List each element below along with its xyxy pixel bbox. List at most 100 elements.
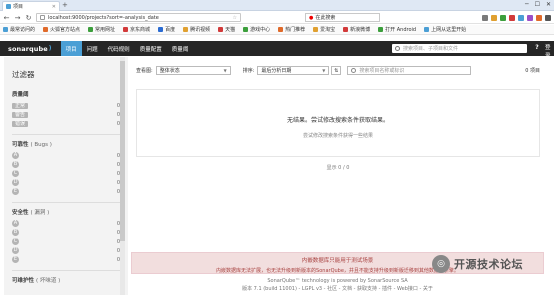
menu-issues[interactable]: 问题 xyxy=(82,41,103,56)
bookmark-item[interactable]: 游戏中心 xyxy=(243,26,270,33)
sonarqube-favicon-icon xyxy=(6,4,11,9)
empty-state: 无结果。尝试修改搜索条件获取结果。 尝试修改搜索条件获得一些结果 xyxy=(136,89,540,157)
sort-label: 排序: xyxy=(242,68,255,74)
rating-badge: C xyxy=(12,238,19,245)
bookmark-icon xyxy=(43,27,49,32)
sync-icon[interactable] xyxy=(518,14,524,21)
projects-toolbar: 查看图: 整体状态 ▼ 排序: 最后分析日期 ▼ ⇅ 搜索项目名称或标识 0 项… xyxy=(136,65,540,76)
forward-icon[interactable]: → xyxy=(14,13,21,23)
bookmark-item[interactable]: 腾讯视频 xyxy=(183,26,210,33)
filter-heading: 质量阈 xyxy=(12,92,29,98)
screenshot-icon[interactable] xyxy=(527,14,533,21)
scrollbar-thumb[interactable] xyxy=(120,61,125,241)
rating-badge: D xyxy=(12,247,19,254)
search-icon xyxy=(395,46,400,51)
filter-option[interactable]: A0 xyxy=(12,219,120,228)
status-badge: 正常 xyxy=(12,102,29,109)
sidebar-scrollbar[interactable] xyxy=(120,57,125,295)
bookmark-icon xyxy=(424,27,430,32)
menu-projects[interactable]: 项目 xyxy=(60,41,82,56)
bookmark-item[interactable]: 常用网址 xyxy=(88,26,115,33)
pagination-info: 显示 0 / 0 xyxy=(326,165,350,171)
watermark-text: 开源技术论坛 xyxy=(454,258,523,271)
filter-heading: 可维护性 ( 坏味道 ) xyxy=(12,278,61,284)
sort-direction-icon[interactable]: ⇅ xyxy=(331,66,342,75)
browser-search-box[interactable]: ● 在此搜索 xyxy=(305,13,380,22)
sonarqube-logo[interactable]: sonarqube) xyxy=(8,45,52,53)
filter-option[interactable]: 警告 0 xyxy=(12,110,120,119)
download-icon[interactable] xyxy=(482,14,488,21)
help-icon[interactable]: ? xyxy=(533,44,541,52)
sonarqube-wave-icon: ) xyxy=(48,45,52,52)
project-count: 0 项目 xyxy=(525,68,540,74)
rating-badge: B xyxy=(12,229,19,236)
minimize-icon[interactable]: ─ xyxy=(525,0,529,10)
filter-option[interactable]: D0 xyxy=(12,246,120,255)
bookmark-star-icon[interactable]: ☆ xyxy=(233,15,237,21)
hot-search-icon: ● xyxy=(309,14,314,21)
extension-icon[interactable] xyxy=(500,14,506,21)
bookmark-icon xyxy=(218,27,224,32)
bookmark-icon xyxy=(183,27,189,32)
bookmark-item[interactable]: 热门推荐 xyxy=(278,26,305,33)
mail-icon[interactable] xyxy=(509,14,515,21)
maximize-icon[interactable]: ☐ xyxy=(535,0,540,10)
bookmark-item[interactable]: 百度 xyxy=(158,26,175,33)
bookmarks-icon[interactable] xyxy=(491,14,497,21)
bookmark-icon xyxy=(243,27,249,32)
bookmark-item[interactable]: 最常访问的 xyxy=(3,26,35,33)
divider xyxy=(12,202,120,203)
bookmark-item[interactable]: 爱淘宝 xyxy=(313,26,335,33)
sort-select[interactable]: 最后分析日期 ▼ xyxy=(257,66,330,75)
filter-option[interactable]: 错误 0 xyxy=(12,119,120,128)
reload-icon[interactable]: ↻ xyxy=(25,13,32,23)
bookmark-icon xyxy=(158,27,164,32)
empty-hint: 尝试修改搜索条件获得一些结果 xyxy=(302,133,373,139)
divider xyxy=(12,270,120,271)
bookmark-icon xyxy=(123,27,129,32)
filter-option[interactable]: C0 xyxy=(12,169,120,178)
url-bar[interactable]: localhost:9000/projects?sort=-analysis_d… xyxy=(36,13,241,22)
chevron-down-icon: ▼ xyxy=(322,68,326,73)
filter-option[interactable]: A0 xyxy=(12,151,120,160)
main-menu: 项目 问题 代码规则 质量配置 质量阈 xyxy=(60,41,194,56)
view-select[interactable]: 整体状态 ▼ xyxy=(155,66,231,75)
filter-option[interactable]: E0 xyxy=(12,255,120,264)
filter-option[interactable]: D0 xyxy=(12,178,120,187)
bookmark-item[interactable]: 天猫 xyxy=(218,26,235,33)
filter-option[interactable]: B0 xyxy=(12,160,120,169)
close-icon[interactable]: ✕ xyxy=(52,4,56,10)
menu-icon[interactable] xyxy=(545,14,551,21)
browser-tab[interactable]: 项目 ✕ xyxy=(2,1,60,11)
rating-badge: B xyxy=(12,161,19,168)
bookmark-icon xyxy=(378,27,384,32)
bookmark-item[interactable]: 火狐官方站点 xyxy=(43,26,80,33)
filter-option[interactable]: B0 xyxy=(12,228,120,237)
menu-quality-gates[interactable]: 质量阈 xyxy=(167,41,194,56)
rating-badge: A xyxy=(12,152,19,159)
menu-quality-profiles[interactable]: 质量配置 xyxy=(135,41,167,56)
filter-option[interactable]: E0 xyxy=(12,187,120,196)
new-tab-icon[interactable]: + xyxy=(62,1,68,9)
footer-links[interactable]: 版本 7.1 (build 11001) - LGPL v3 - 社区 - 文档… xyxy=(131,285,544,292)
project-search-input[interactable]: 搜索项目名称或标识 xyxy=(347,66,472,75)
menu-rules[interactable]: 代码规则 xyxy=(103,41,135,56)
browser-titlebar: 项目 ✕ + ─ ☐ ✕ xyxy=(0,0,554,11)
bookmark-item[interactable]: 上网从这里开始 xyxy=(424,26,466,33)
login-link[interactable]: 登录 xyxy=(545,44,554,60)
filter-option[interactable]: 正常 0 xyxy=(12,101,120,110)
bookmark-item[interactable]: 打开 Android xyxy=(378,26,416,33)
filter-option[interactable]: C0 xyxy=(12,237,120,246)
bookmark-item[interactable]: 京东商城 xyxy=(123,26,150,33)
back-icon[interactable]: ← xyxy=(3,13,10,23)
games-icon[interactable] xyxy=(536,14,542,21)
browser-toolbar-icons xyxy=(482,14,551,21)
filter-heading: 安全性 ( 漏洞 ) xyxy=(12,210,50,216)
rating-badge: D xyxy=(12,179,19,186)
page-info-icon[interactable] xyxy=(40,15,45,20)
footer-powered-by: SonarQube™ technology is powered by Sona… xyxy=(267,278,408,284)
wechat-icon: ◎ xyxy=(432,255,450,273)
bookmark-item[interactable]: 新浪微博 xyxy=(343,26,370,33)
global-search-input[interactable]: 搜索项目、子项目和文件 xyxy=(392,44,527,53)
window-close-icon[interactable]: ✕ xyxy=(546,0,551,10)
